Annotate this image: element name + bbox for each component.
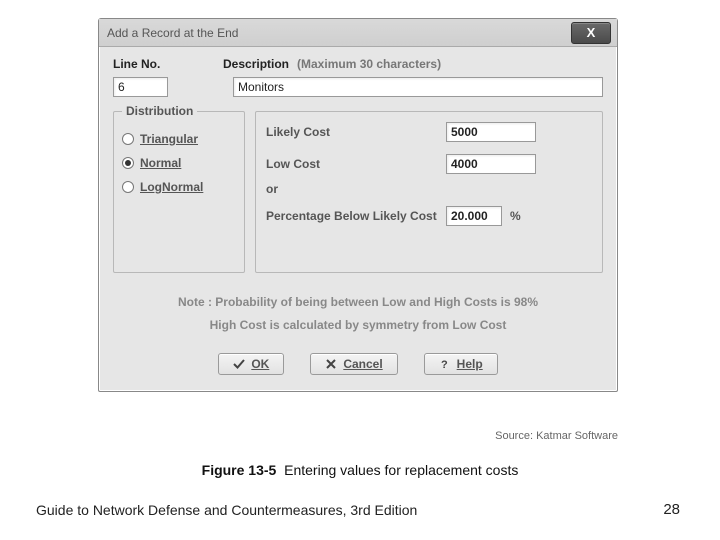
close-icon: X	[587, 25, 596, 40]
label-line-no: Line No.	[113, 57, 223, 71]
radio-lognormal-label: LogNormal	[140, 180, 203, 194]
radio-triangular[interactable]: Triangular	[122, 132, 236, 146]
label-likely-cost: Likely Cost	[266, 125, 446, 139]
label-or: or	[266, 182, 592, 196]
label-low-cost: Low Cost	[266, 157, 446, 171]
source-credit: Source: Katmar Software	[98, 430, 618, 442]
distribution-legend: Distribution	[122, 104, 197, 118]
button-row: OK Cancel ? Help	[113, 353, 603, 375]
cancel-button[interactable]: Cancel	[310, 353, 397, 375]
note-line-2: High Cost is calculated by symmetry from…	[113, 314, 603, 337]
radio-dot-icon	[122, 133, 134, 145]
low-cost-input[interactable]: 4000	[446, 154, 536, 174]
description-input[interactable]: Monitors	[233, 77, 603, 97]
label-max-chars: (Maximum 30 characters)	[297, 57, 441, 71]
radio-dot-selected-icon	[122, 157, 134, 169]
titlebar: Add a Record at the End X	[99, 19, 617, 47]
line-no-input[interactable]: 6	[113, 77, 168, 97]
radio-normal-label: Normal	[140, 156, 181, 170]
pct-below-input[interactable]: 20.000	[446, 206, 502, 226]
help-label: Help	[457, 357, 483, 371]
svg-text:?: ?	[441, 359, 448, 370]
x-icon	[325, 358, 337, 370]
notes: Note : Probability of being between Low …	[113, 291, 603, 337]
dialog-body: Line No. Description (Maximum 30 charact…	[99, 47, 617, 391]
question-icon: ?	[439, 358, 451, 370]
ok-button[interactable]: OK	[218, 353, 284, 375]
radio-triangular-label: Triangular	[140, 132, 198, 146]
ok-label: OK	[251, 357, 269, 371]
label-description: Description	[223, 57, 289, 71]
check-icon	[233, 358, 245, 370]
footer-page-number: 28	[663, 501, 680, 518]
figure-caption: Figure 13-5 Entering values for replacem…	[0, 462, 720, 478]
distribution-group: Distribution Triangular Normal LogNormal	[113, 111, 245, 273]
radio-dot-icon	[122, 181, 134, 193]
label-pct-sign: %	[510, 209, 521, 223]
window-title: Add a Record at the End	[107, 26, 571, 40]
dialog-window: Add a Record at the End X Line No. Descr…	[98, 18, 618, 392]
note-line-1: Note : Probability of being between Low …	[113, 291, 603, 314]
likely-cost-input[interactable]: 5000	[446, 122, 536, 142]
cost-group: Likely Cost 5000 Low Cost 4000 or Percen…	[255, 111, 603, 273]
figure-number: Figure 13-5	[202, 462, 277, 478]
close-button[interactable]: X	[571, 22, 611, 44]
help-button[interactable]: ? Help	[424, 353, 498, 375]
figure-text: Entering values for replacement costs	[284, 462, 518, 478]
footer-book-title: Guide to Network Defense and Countermeas…	[36, 502, 417, 518]
cancel-label: Cancel	[343, 357, 382, 371]
radio-normal[interactable]: Normal	[122, 156, 236, 170]
radio-lognormal[interactable]: LogNormal	[122, 180, 236, 194]
label-pct-below: Percentage Below Likely Cost	[266, 209, 446, 223]
